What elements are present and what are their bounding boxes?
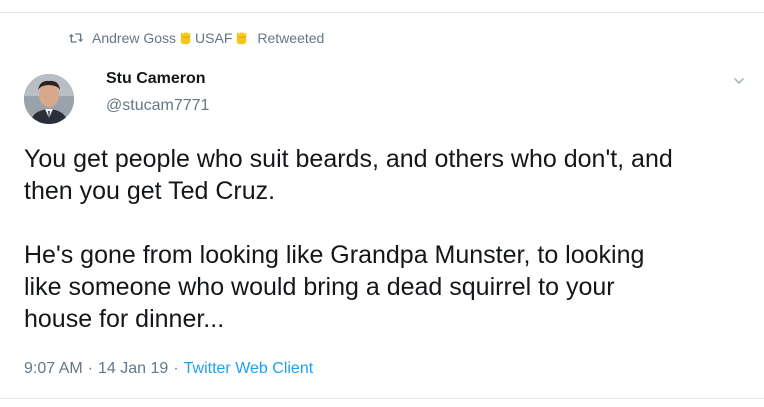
top-divider bbox=[0, 12, 764, 13]
avatar[interactable] bbox=[24, 74, 74, 124]
avatar-portrait bbox=[24, 74, 74, 124]
raised-fist-emoji-icon bbox=[237, 31, 247, 44]
tweet-paragraph: He's gone from looking like Grandpa Muns… bbox=[24, 241, 645, 333]
tweet-text: You get people who suit beards, and othe… bbox=[24, 143, 754, 335]
meta-separator: · bbox=[173, 360, 179, 377]
retweeter-name[interactable]: Andrew Goss bbox=[92, 30, 176, 46]
meta-separator: · bbox=[87, 360, 94, 377]
display-name[interactable]: Stu Cameron bbox=[106, 70, 206, 88]
retweeter-tag[interactable]: USAF bbox=[195, 30, 232, 46]
bottom-divider bbox=[0, 398, 764, 399]
chevron-down-icon[interactable] bbox=[732, 74, 746, 88]
retweeted-label: Retweeted bbox=[257, 30, 325, 46]
retweet-context[interactable]: Andrew Goss USAF Retweeted bbox=[68, 28, 324, 48]
user-handle[interactable]: @stucam7771 bbox=[106, 97, 209, 115]
tweet-date[interactable]: 14 Jan 19 bbox=[98, 360, 168, 377]
tweet-client-link[interactable]: Twitter Web Client bbox=[184, 360, 314, 377]
tweet-meta: 9:07 AM · 14 Jan 19 · Twitter Web Client bbox=[24, 360, 313, 378]
retweet-icon bbox=[68, 33, 84, 43]
tweet-paragraph: You get people who suit beards, and othe… bbox=[24, 145, 673, 205]
tweet-time[interactable]: 9:07 AM bbox=[24, 360, 83, 377]
raised-fist-emoji-icon bbox=[180, 31, 191, 44]
